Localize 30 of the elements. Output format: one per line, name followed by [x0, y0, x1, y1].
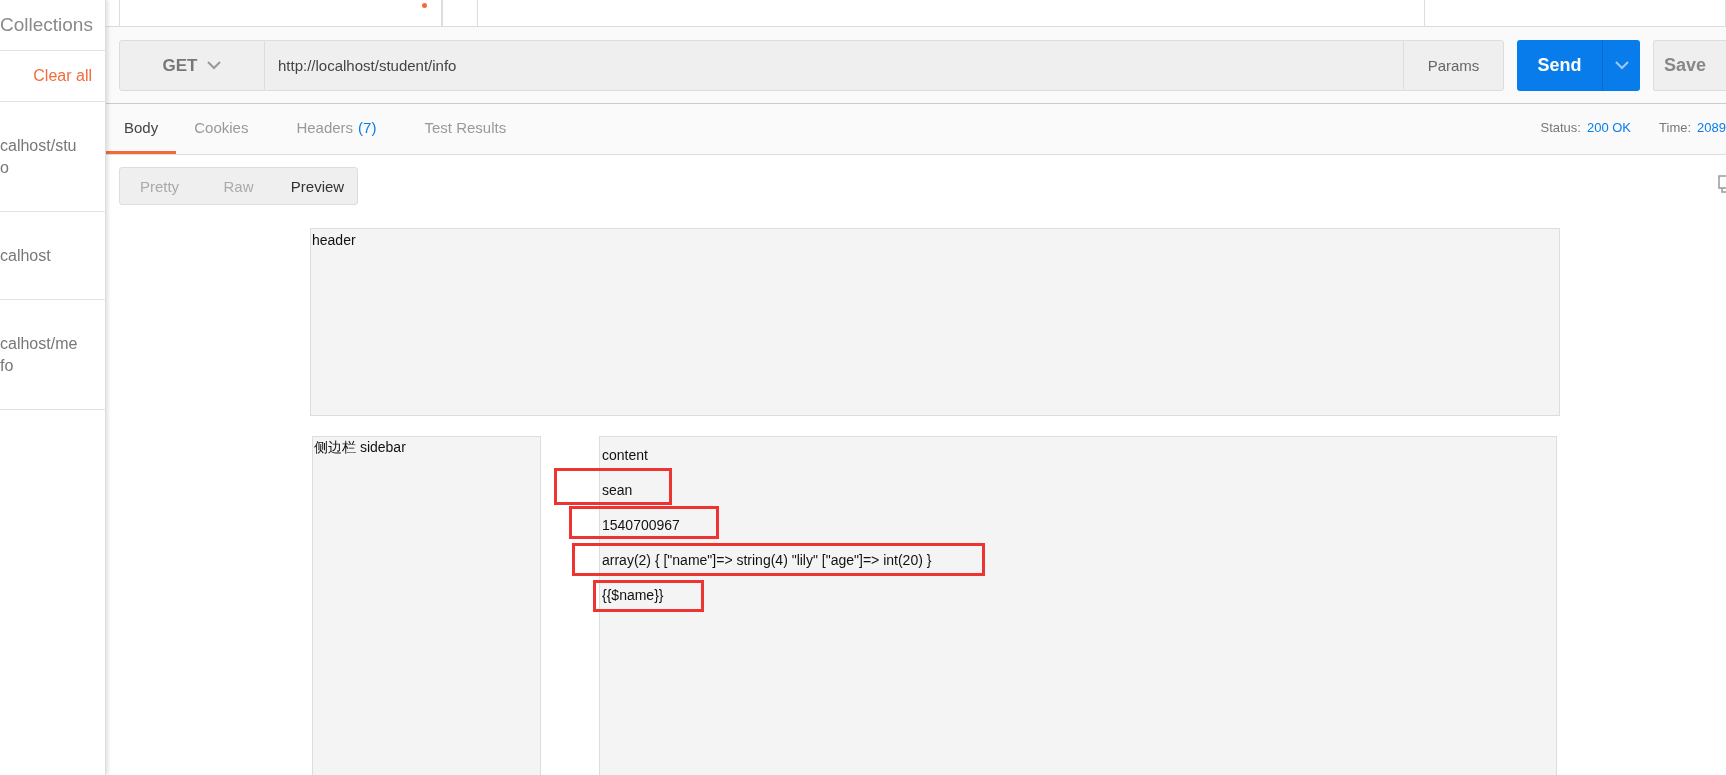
header-block: header	[310, 228, 1560, 416]
content-line: 1540700967	[602, 516, 680, 533]
content-line: array(2) { ["name"]=> string(4) "lily" ["age"]=> int(20) }	[602, 551, 932, 568]
clear-all-link[interactable]: Clear all	[33, 67, 92, 85]
response-tab[interactable]: Headers (7)	[278, 104, 395, 154]
time-label: Time:	[1659, 119, 1692, 135]
status-label: Status:	[1540, 119, 1581, 135]
response-tab[interactable]: Test Results	[406, 104, 525, 154]
history-item[interactable]: calhost	[0, 212, 105, 300]
history-item[interactable]: calhost/me fo	[0, 300, 105, 410]
chevron-down-icon	[207, 61, 222, 70]
history-item[interactable]: calhost/stu o	[0, 102, 105, 212]
url-field[interactable]: http://localhost/student/info	[265, 40, 1403, 91]
content-line: {{$name}}	[602, 586, 664, 603]
copy-icon[interactable]	[1718, 175, 1726, 193]
send-button[interactable]: Send	[1517, 40, 1602, 91]
method-dropdown[interactable]: GET	[119, 40, 265, 91]
unsaved-dot-icon	[422, 3, 427, 8]
chevron-down-icon	[1614, 61, 1629, 70]
format-button[interactable]: Preview	[278, 168, 357, 204]
params-button[interactable]: Params	[1403, 40, 1504, 91]
response-tab[interactable]: Cookies	[176, 104, 267, 154]
sidebar-title: Collections	[0, 0, 105, 51]
save-button[interactable]: Save	[1653, 40, 1726, 91]
content-line: content	[602, 446, 648, 463]
send-options-button[interactable]	[1602, 40, 1640, 91]
sidebar-block: 侧边栏 sidebar	[312, 436, 541, 775]
status-value: 200 OK	[1586, 119, 1632, 135]
content-line: sean	[602, 481, 633, 498]
time-value: 2089	[1697, 119, 1726, 135]
